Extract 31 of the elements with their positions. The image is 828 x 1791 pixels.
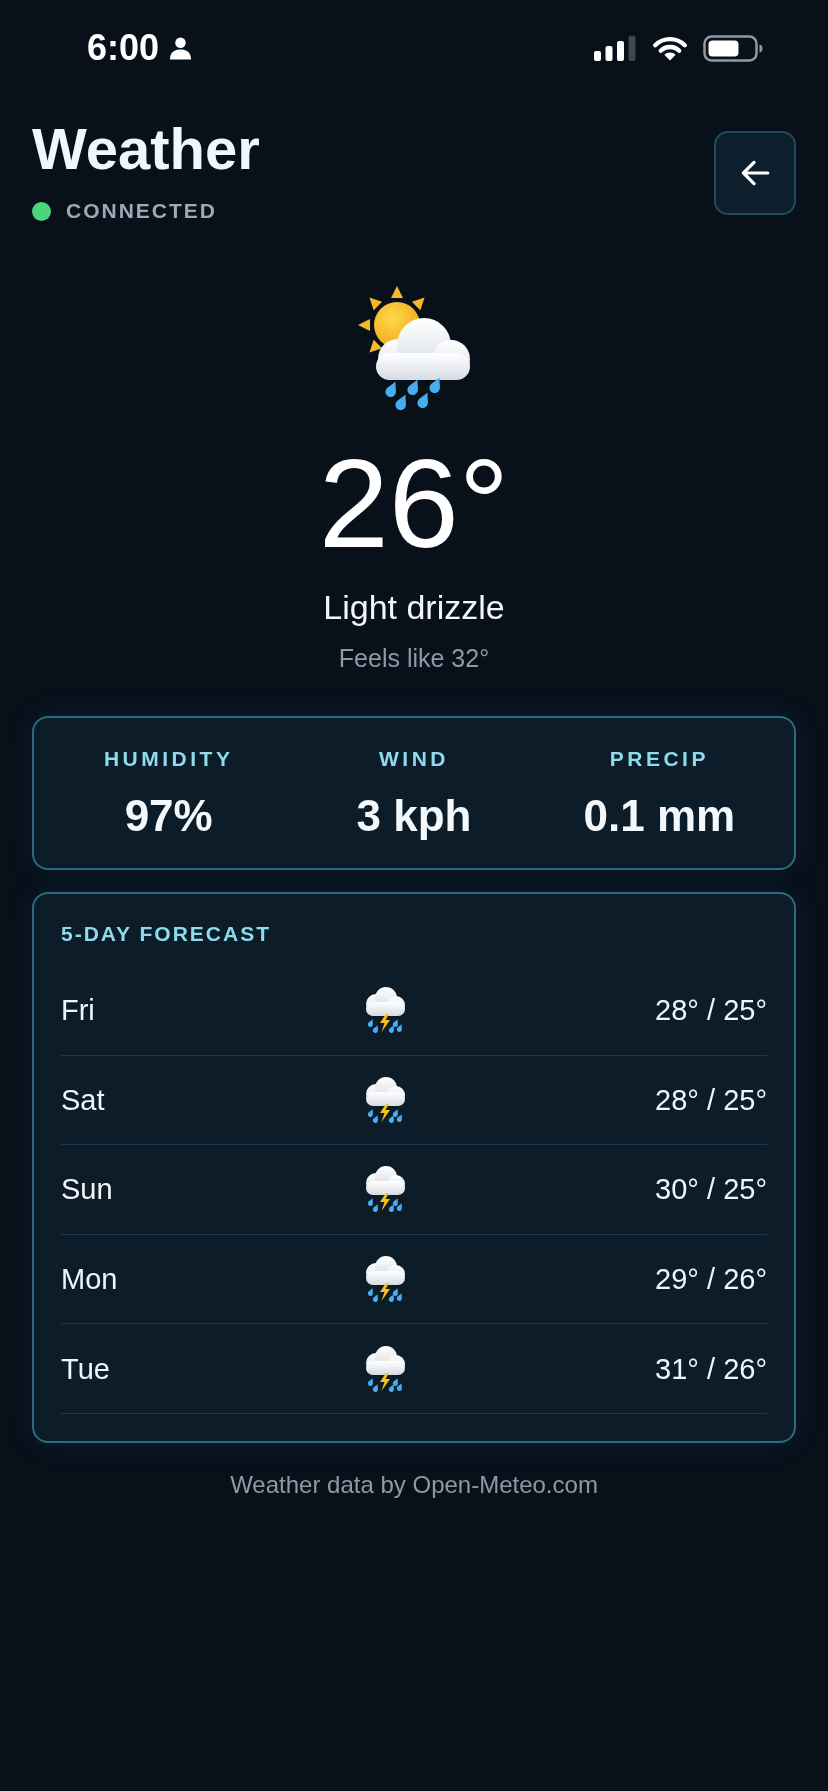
- forecast-temperature-range: 30° / 25°: [655, 1172, 767, 1207]
- signal-icon: [594, 35, 637, 61]
- forecast-day: Mon: [61, 1262, 118, 1297]
- stat-label: WIND: [379, 746, 449, 771]
- forecast-day: Fri: [61, 993, 95, 1028]
- stat-label: HUMIDITY: [103, 746, 234, 771]
- app-title: Weather: [32, 117, 260, 181]
- wifi-icon: [652, 35, 688, 61]
- weather-condition: Light drizzle: [323, 587, 505, 627]
- back-button[interactable]: [714, 131, 796, 215]
- connection-status: CONNECTED: [66, 198, 217, 224]
- stat-value: 0.1 mm: [583, 791, 736, 840]
- stat-value: 3 kph: [356, 791, 472, 840]
- attribution-text: Weather data by Open-Meteo.com: [230, 1469, 598, 1500]
- forecast-temperature-range: 29° / 26°: [655, 1262, 767, 1297]
- sun-cloud-rain-icon: [356, 285, 472, 411]
- person-icon: [169, 36, 193, 60]
- stat-label: PRECIP: [609, 746, 709, 771]
- forecast-day: Sat: [61, 1082, 105, 1117]
- arrow-left-icon: [740, 159, 770, 187]
- stat-value: 97%: [124, 791, 213, 840]
- current-temperature: 26°: [318, 440, 510, 568]
- forecast-temperature-range: 28° / 25°: [655, 993, 767, 1028]
- status-time: 6:00: [87, 28, 160, 68]
- forecast-title: 5-DAY FORECAST: [61, 922, 272, 946]
- feels-like-temperature: Feels like 32°: [338, 643, 490, 673]
- forecast-day: Sun: [61, 1172, 113, 1207]
- battery-icon: [703, 34, 763, 62]
- forecast-day: Tue: [61, 1351, 110, 1386]
- forecast-temperature-range: 28° / 25°: [655, 1082, 767, 1117]
- forecast-temperature-range: 31° / 26°: [655, 1351, 767, 1386]
